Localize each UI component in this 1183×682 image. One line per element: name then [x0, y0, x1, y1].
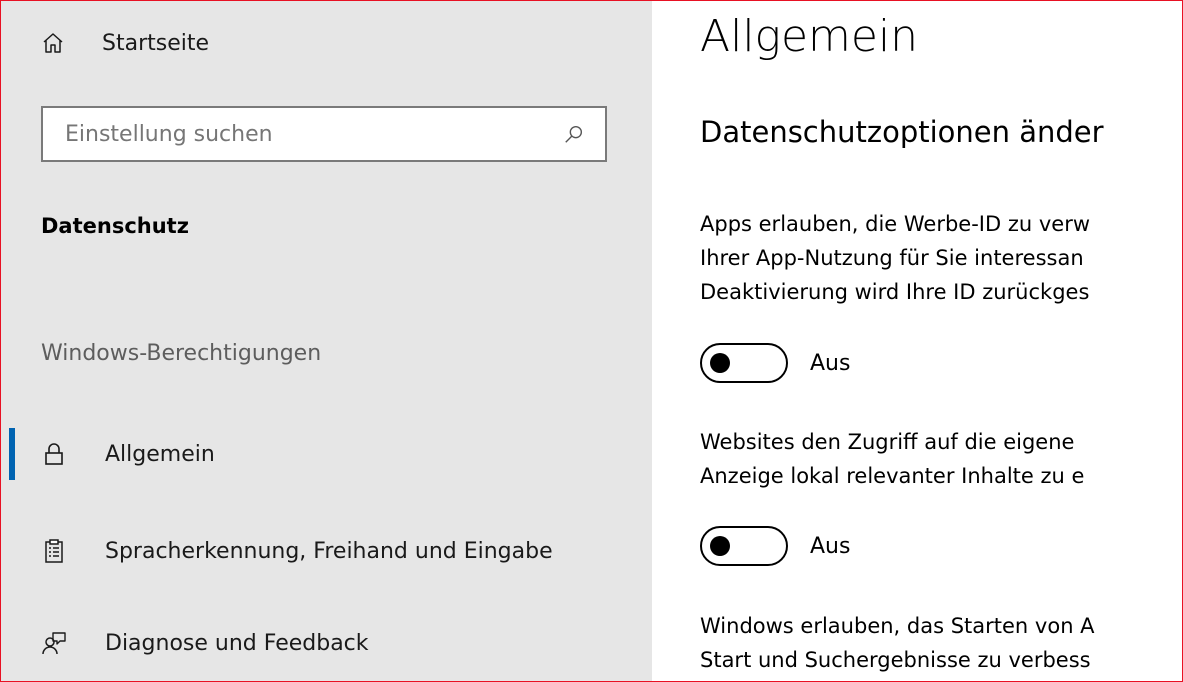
- home-label: Startseite: [102, 30, 210, 56]
- sidebar-item-label: Diagnose und Feedback: [105, 630, 369, 656]
- home-link[interactable]: Startseite: [41, 23, 209, 63]
- description-line: Websites den Zugriff auf die eigene: [700, 430, 1075, 454]
- toggle-knob: [710, 353, 730, 373]
- sidebar-item-allgemein[interactable]: Allgemein: [1, 422, 652, 486]
- toggle-state-label: Aus: [810, 533, 851, 559]
- sidebar-item-spracherkennung[interactable]: Spracherkennung, Freihand und Eingabe: [1, 519, 652, 583]
- search-box[interactable]: [41, 106, 607, 162]
- language-list-toggle[interactable]: [700, 526, 788, 566]
- language-list-toggle-row: Aus: [700, 526, 850, 566]
- section-subtitle: Datenschutzoptionen änder: [700, 115, 1104, 149]
- description-line: Windows erlauben, das Starten von A: [700, 614, 1095, 638]
- group-title: Windows-Berechtigungen: [41, 341, 322, 366]
- window-frame: Startseite Datenschutz Windows-Berechtig…: [0, 0, 1183, 682]
- main-content: Allgemein Datenschutzoptionen änder Apps…: [652, 1, 1182, 681]
- toggle-knob: [710, 536, 730, 556]
- sidebar-item-label: Spracherkennung, Freihand und Eingabe: [105, 538, 553, 564]
- advertising-id-toggle-row: Aus: [700, 343, 850, 383]
- description-line: Ihrer App-Nutzung für Sie interessan: [700, 246, 1084, 270]
- home-icon: [43, 33, 63, 53]
- section-title: Datenschutz: [41, 214, 189, 238]
- description-line: Apps erlauben, die Werbe-ID zu verw: [700, 212, 1090, 236]
- sidebar-item-label: Allgemein: [105, 441, 215, 467]
- description-line: Deaktivierung wird Ihre ID zurückges: [700, 280, 1090, 304]
- clipboard-icon: [45, 539, 63, 563]
- search-input[interactable]: [43, 120, 563, 148]
- setting-description: Windows erlauben, das Starten von A Star…: [700, 609, 1095, 677]
- sidebar-item-diagnose[interactable]: Diagnose und Feedback: [1, 611, 652, 675]
- setting-description: Websites den Zugriff auf die eigene Anze…: [700, 425, 1084, 493]
- description-line: Start und Suchergebnisse zu verbess: [700, 648, 1091, 672]
- lock-icon: [45, 443, 63, 465]
- page-title: Allgemein: [700, 11, 919, 62]
- toggle-state-label: Aus: [810, 350, 851, 376]
- description-line: Anzeige lokal relevanter Inhalte zu e: [700, 464, 1085, 488]
- sidebar: Startseite Datenschutz Windows-Berechtig…: [1, 1, 652, 681]
- setting-description: Apps erlauben, die Werbe-ID zu verw Ihre…: [700, 207, 1090, 309]
- search-icon[interactable]: [563, 123, 585, 145]
- advertising-id-toggle[interactable]: [700, 343, 788, 383]
- person-feedback-icon: [42, 632, 66, 655]
